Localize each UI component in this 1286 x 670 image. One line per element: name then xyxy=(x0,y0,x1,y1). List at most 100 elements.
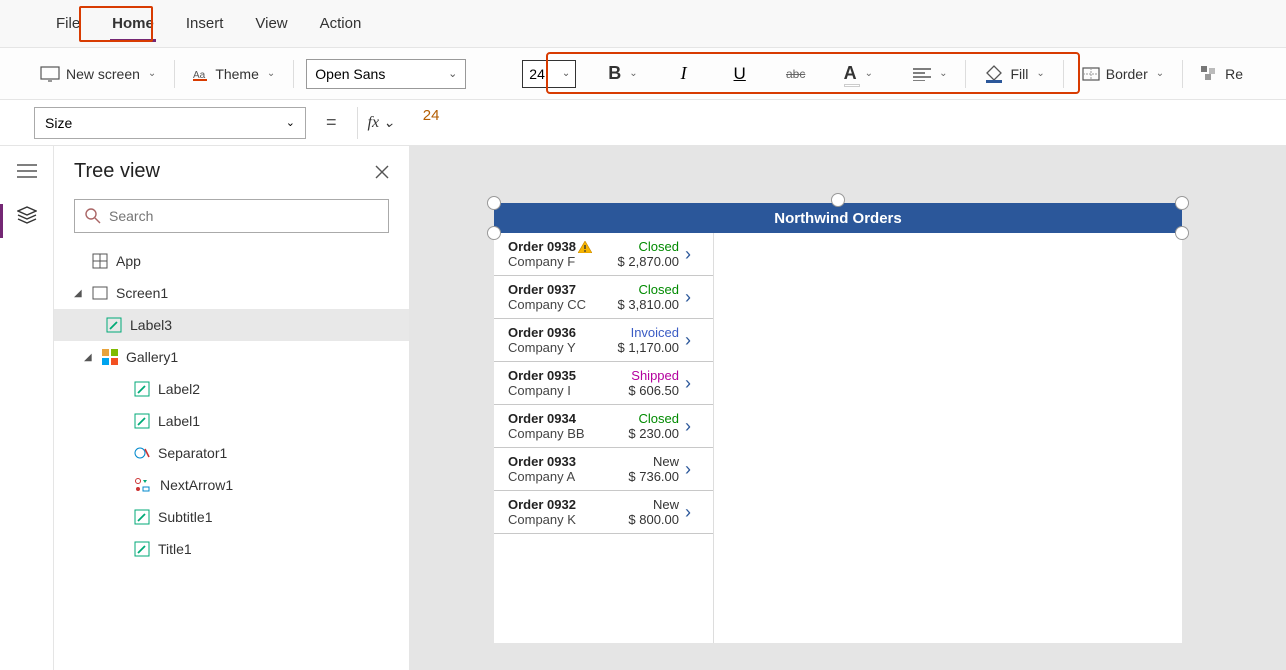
border-icon xyxy=(1082,67,1100,81)
chevron-right-icon[interactable]: › xyxy=(685,416,703,437)
menu-action[interactable]: Action xyxy=(304,0,378,48)
font-color-button[interactable]: A ⌄ xyxy=(838,59,879,88)
order-company: Company CC xyxy=(508,297,612,312)
underline-button[interactable]: U xyxy=(728,62,752,86)
hamburger-button[interactable] xyxy=(17,164,37,178)
selection-handle[interactable] xyxy=(1175,226,1189,240)
order-row[interactable]: Order 0933NewCompany A$ 736.00› xyxy=(494,448,713,491)
search-input[interactable] xyxy=(109,208,378,224)
order-status: Invoiced xyxy=(618,325,679,340)
divider xyxy=(293,60,294,88)
tree-node-subtitle1[interactable]: Subtitle1 xyxy=(54,501,409,533)
font-size-input[interactable]: 24 ⌄ xyxy=(522,60,576,88)
chevron-down-icon: ⌄ xyxy=(448,67,457,80)
order-row[interactable]: Order 0932NewCompany K$ 800.00› xyxy=(494,491,713,534)
tree-node-app[interactable]: App xyxy=(54,245,409,277)
font-family-select[interactable]: Open Sans ⌄ xyxy=(306,59,466,89)
close-panel-button[interactable] xyxy=(375,165,389,179)
order-row[interactable]: Order 0934ClosedCompany BB$ 230.00› xyxy=(494,405,713,448)
tree-search[interactable] xyxy=(74,199,389,233)
tree-node-gallery1[interactable]: ◢ Gallery1 xyxy=(54,341,409,373)
menu-home[interactable]: Home xyxy=(96,0,170,48)
tree-view-panel: Tree view App ◢ Screen1 Label3 xyxy=(54,146,410,670)
chevron-right-icon[interactable]: › xyxy=(685,244,703,265)
collapse-icon[interactable]: ◢ xyxy=(74,288,84,299)
tree-node-nextarrow1[interactable]: NextArrow1 xyxy=(54,469,409,501)
menu-insert[interactable]: Insert xyxy=(170,0,240,48)
order-gallery[interactable]: Order 0938ClosedCompany F$ 2,870.00› Orde… xyxy=(494,233,714,643)
label-icon xyxy=(134,509,150,525)
tree-node-label3[interactable]: Label3 xyxy=(54,309,409,341)
font-size-value: 24 xyxy=(529,66,545,82)
align-icon xyxy=(913,67,931,81)
order-amount: $ 736.00 xyxy=(628,469,679,484)
canvas[interactable]: Northwind Orders Order 0938ClosedCompany… xyxy=(410,146,1286,670)
selection-handle[interactable] xyxy=(487,226,501,240)
order-row[interactable]: Order 0935ShippedCompany I$ 606.50› xyxy=(494,362,713,405)
chevron-right-icon[interactable]: › xyxy=(685,287,703,308)
selection-handle[interactable] xyxy=(487,196,501,210)
collapse-icon[interactable]: ◢ xyxy=(84,352,94,363)
order-company: Company I xyxy=(508,383,622,398)
menu-file[interactable]: File xyxy=(40,0,96,48)
layers-icon xyxy=(17,206,37,224)
order-row[interactable]: Order 0938ClosedCompany F$ 2,870.00› xyxy=(494,233,713,276)
fill-button[interactable]: Fill ⌄ xyxy=(978,61,1050,87)
chevron-right-icon[interactable]: › xyxy=(685,502,703,523)
order-row[interactable]: Order 0936InvoicedCompany Y$ 1,170.00› xyxy=(494,319,713,362)
strikethrough-icon: abc xyxy=(786,67,805,81)
app-title-label[interactable]: Northwind Orders xyxy=(494,203,1182,233)
reorder-button[interactable]: Re xyxy=(1195,62,1249,86)
menu-view[interactable]: View xyxy=(239,0,303,48)
selection-handle[interactable] xyxy=(1175,196,1189,210)
label-icon xyxy=(134,381,150,397)
chevron-down-icon: ⌄ xyxy=(286,116,295,129)
app-screen[interactable]: Northwind Orders Order 0938ClosedCompany… xyxy=(494,203,1182,643)
selection-handle[interactable] xyxy=(831,193,845,207)
tree-label: Separator1 xyxy=(158,445,227,461)
italic-button[interactable]: I xyxy=(672,62,696,86)
order-id: Order 0935 xyxy=(508,368,622,383)
tree-node-separator1[interactable]: Separator1 xyxy=(54,437,409,469)
border-label: Border xyxy=(1106,66,1148,82)
reorder-label: Re xyxy=(1225,66,1243,82)
fx-button[interactable]: fx ⌄ xyxy=(357,107,405,139)
chevron-right-icon[interactable]: › xyxy=(685,330,703,351)
order-id: Order 0937 xyxy=(508,282,612,297)
property-select[interactable]: Size ⌄ xyxy=(34,107,306,139)
chevron-right-icon[interactable]: › xyxy=(685,373,703,394)
order-status: Closed xyxy=(618,282,679,297)
tree-node-label2[interactable]: Label2 xyxy=(54,373,409,405)
border-button[interactable]: Border ⌄ xyxy=(1076,62,1170,86)
tree-view-button[interactable] xyxy=(17,206,37,224)
formula-bar: Size ⌄ = fx ⌄ 24 xyxy=(0,100,1286,146)
theme-button[interactable]: Aa Theme ⌄ xyxy=(187,62,281,86)
chevron-down-icon: ⌄ xyxy=(148,68,156,79)
tree-node-title1[interactable]: Title1 xyxy=(54,533,409,565)
scrollbar-thumb[interactable] xyxy=(713,233,714,281)
chevron-right-icon[interactable]: › xyxy=(685,459,703,480)
theme-label: Theme xyxy=(215,66,259,82)
strikethrough-button[interactable]: abc xyxy=(784,62,808,86)
order-amount: $ 1,170.00 xyxy=(618,340,679,355)
bold-button[interactable]: B ⌄ xyxy=(602,59,643,88)
warning-icon xyxy=(578,241,592,253)
align-button[interactable]: ⌄ xyxy=(907,63,953,85)
order-id: Order 0936 xyxy=(508,325,612,340)
fill-icon xyxy=(984,65,1004,83)
order-row[interactable]: Order 0937ClosedCompany CC$ 3,810.00› xyxy=(494,276,713,319)
formula-input[interactable]: 24 xyxy=(415,107,1286,139)
tree-label: Label3 xyxy=(130,317,172,333)
order-amount: $ 606.50 xyxy=(628,383,679,398)
order-id: Order 0934 xyxy=(508,411,622,426)
label-icon xyxy=(106,317,122,333)
new-screen-button[interactable]: New screen ⌄ xyxy=(34,62,162,86)
new-screen-label: New screen xyxy=(66,66,140,82)
nextarrow-icon xyxy=(134,477,152,493)
label-icon xyxy=(134,413,150,429)
tree-node-label1[interactable]: Label1 xyxy=(54,405,409,437)
italic-icon: I xyxy=(681,63,687,84)
tree-node-screen1[interactable]: ◢ Screen1 xyxy=(54,277,409,309)
screen-icon xyxy=(92,286,108,300)
order-status: New xyxy=(628,497,679,512)
